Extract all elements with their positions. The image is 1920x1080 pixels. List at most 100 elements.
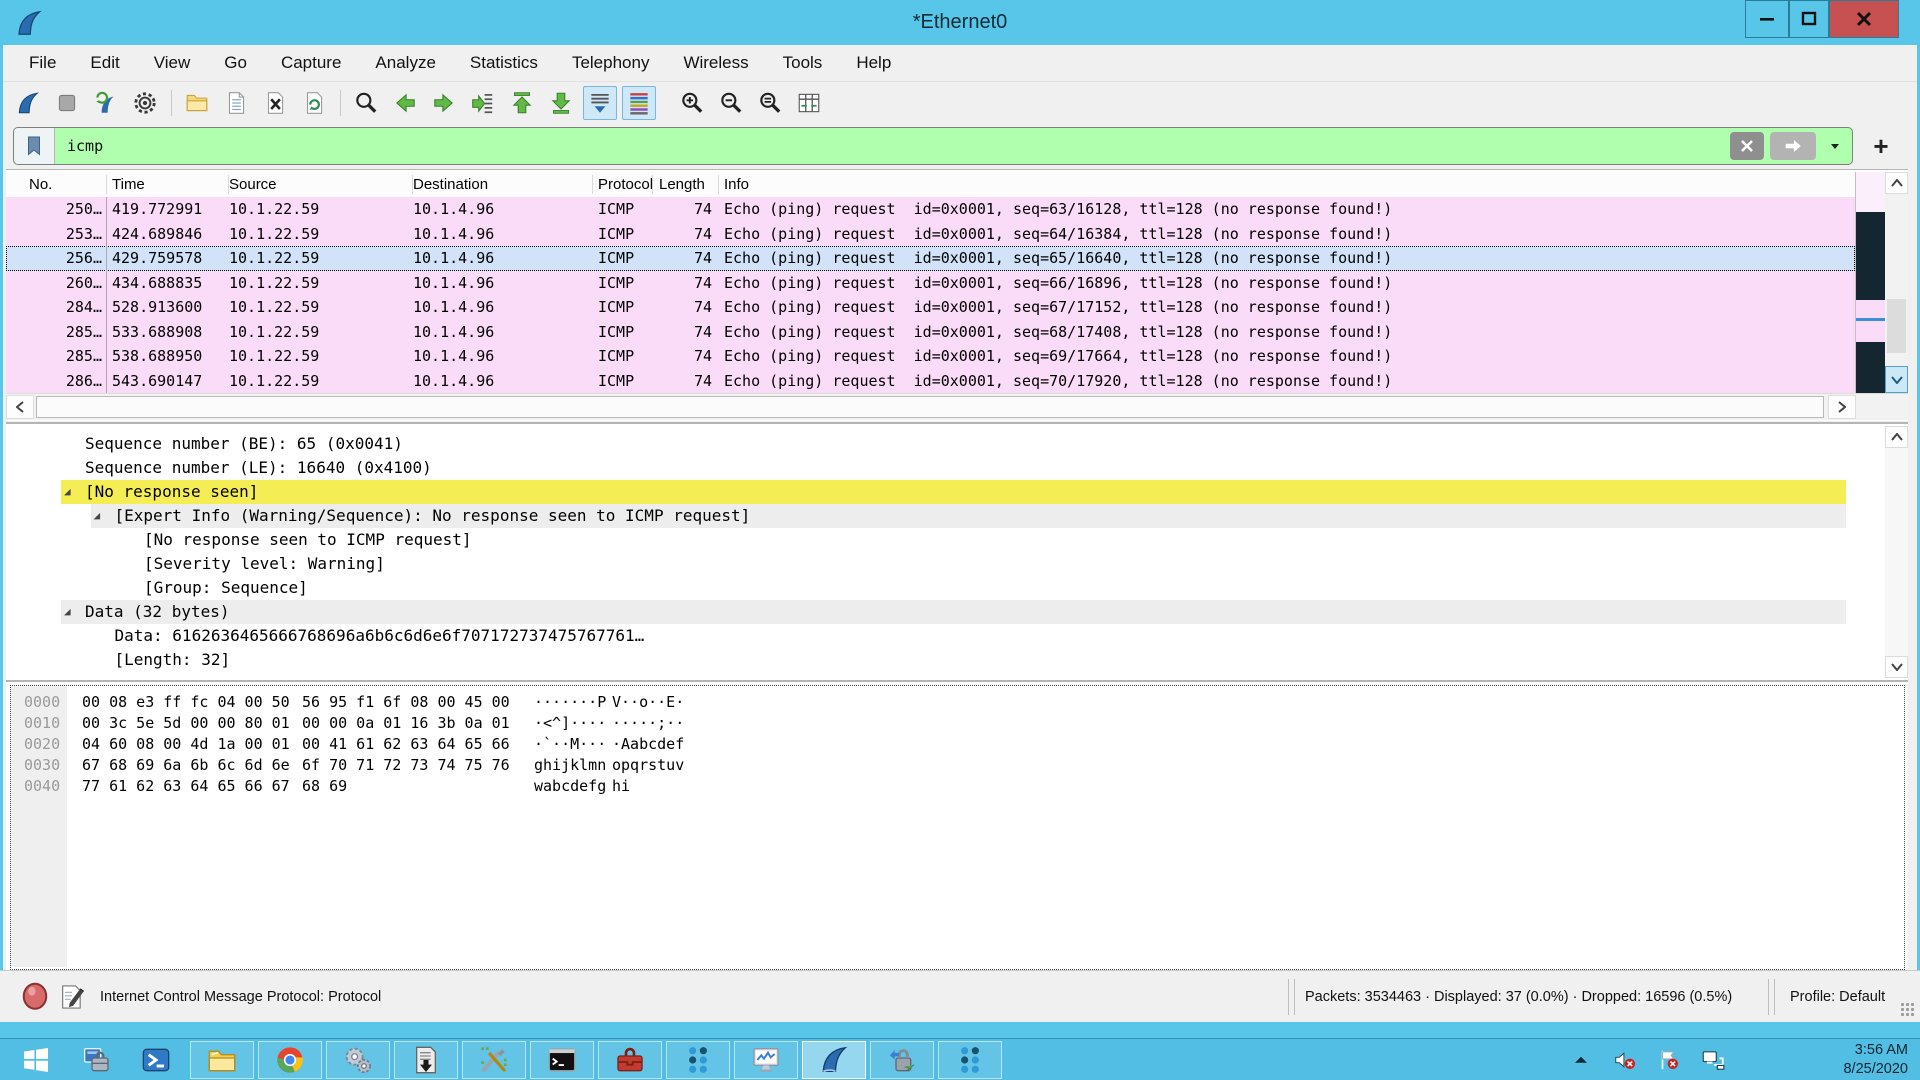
packet-row[interactable]: 285…533.68890810.1.22.5910.1.4.96ICMP74E… xyxy=(6,320,1855,345)
packet-list-header[interactable]: No.TimeSourceDestinationProtocolLengthIn… xyxy=(6,172,1855,198)
detail-row[interactable]: [Length: 32] xyxy=(6,648,1876,672)
hex-bytes-1[interactable]: 67 68 69 6a 6b 6c 6d 6e xyxy=(82,755,290,776)
column-separator[interactable] xyxy=(106,175,107,194)
restart-capture-button[interactable] xyxy=(89,86,123,120)
resize-grip[interactable] xyxy=(1900,1002,1914,1016)
taskbar-performance-monitor[interactable] xyxy=(734,1041,798,1079)
filter-dropdown-button[interactable] xyxy=(1822,132,1848,160)
hex-bytes-1[interactable]: 00 08 e3 ff fc 04 00 50 xyxy=(82,692,290,713)
taskbar-clock[interactable]: 3:56 AM 8/25/2020 xyxy=(1758,1041,1908,1079)
minimize-button[interactable] xyxy=(1745,0,1789,38)
packet-row[interactable]: 284…528.91360010.1.22.5910.1.4.96ICMP74E… xyxy=(6,295,1855,320)
packet-row[interactable]: 253…424.68984610.1.22.5910.1.4.96ICMP74E… xyxy=(6,222,1855,247)
resize-columns-button[interactable] xyxy=(792,86,826,120)
menu-file[interactable]: File xyxy=(29,53,56,73)
menu-wireless[interactable]: Wireless xyxy=(683,53,748,73)
close-file-button[interactable] xyxy=(258,86,292,120)
filter-add-button[interactable]: + xyxy=(1865,130,1897,162)
column-separator[interactable] xyxy=(228,175,229,194)
detail-row[interactable]: [No response seen to ICMP request] xyxy=(6,528,1876,552)
menu-tools[interactable]: Tools xyxy=(783,53,823,73)
taskbar-start[interactable] xyxy=(8,1041,64,1079)
column-separator[interactable] xyxy=(592,175,593,194)
auto-scroll-toggle[interactable] xyxy=(583,86,617,120)
column-separator[interactable] xyxy=(412,175,413,194)
detail-row[interactable]: Sequence number (LE): 16640 (0x4100) xyxy=(6,456,1876,480)
scroll-down-button[interactable] xyxy=(1885,656,1908,678)
filter-clear-button[interactable] xyxy=(1730,132,1764,160)
hex-bytes-2[interactable]: 68 69 xyxy=(302,776,347,797)
taskbar-file-explorer[interactable] xyxy=(190,1041,254,1079)
go-first-packet-button[interactable] xyxy=(505,86,539,120)
reload-file-button[interactable] xyxy=(297,86,331,120)
detail-row[interactable]: Data: 6162636465666768696a6b6c6d6e6f7071… xyxy=(6,624,1876,648)
tray-chevron-up[interactable] xyxy=(1565,1045,1597,1075)
go-forward-button[interactable] xyxy=(427,86,461,120)
hex-ascii-1[interactable]: wabcdefg xyxy=(534,776,606,797)
hex-ascii-1[interactable]: ·<^]···· xyxy=(534,713,606,734)
hex-ascii-2[interactable]: hi xyxy=(612,776,630,797)
hex-offset[interactable]: 0010 xyxy=(24,713,60,734)
menu-analyze[interactable]: Analyze xyxy=(375,53,435,73)
hex-offset[interactable]: 0040 xyxy=(24,776,60,797)
column-header-protocol[interactable]: Protocol xyxy=(598,172,653,197)
column-separator[interactable] xyxy=(718,175,719,194)
tray-action-flag[interactable] xyxy=(1653,1045,1685,1075)
capture-comment-button[interactable] xyxy=(58,983,86,1011)
hex-ascii-1[interactable]: ·`··M··· xyxy=(534,734,606,755)
packet-bytes-pane[interactable]: 000000 08 e3 ff fc 04 00 5056 95 f1 6f 0… xyxy=(6,680,1908,972)
menu-go[interactable]: Go xyxy=(224,53,247,73)
column-header-time[interactable]: Time xyxy=(112,172,145,197)
column-header-length[interactable]: Length xyxy=(659,172,705,197)
column-header-no[interactable]: No. xyxy=(29,172,52,197)
go-to-packet-button[interactable] xyxy=(466,86,500,120)
hex-bytes-2[interactable]: 00 00 0a 01 16 3b 0a 01 xyxy=(302,713,510,734)
hex-ascii-2[interactable]: opqrstuv xyxy=(612,755,684,776)
detail-row[interactable]: [Group: Sequence] xyxy=(6,576,1876,600)
hex-bytes-2[interactable]: 6f 70 71 72 73 74 75 76 xyxy=(302,755,510,776)
scrollbar-thumb[interactable] xyxy=(1887,299,1906,353)
zoom-100-button[interactable] xyxy=(753,86,787,120)
taskbar-services-gears[interactable] xyxy=(326,1041,390,1079)
maximize-button[interactable] xyxy=(1789,0,1829,38)
taskbar-admin-tools[interactable] xyxy=(462,1041,526,1079)
hex-bytes-2[interactable]: 56 95 f1 6f 08 00 45 00 xyxy=(302,692,510,713)
hex-bytes-1[interactable]: 00 3c 5e 5d 00 00 80 01 xyxy=(82,713,290,734)
packet-list-vscrollbar[interactable] xyxy=(1885,172,1908,393)
detail-row[interactable]: Sequence number (BE): 65 (0x0041) xyxy=(6,432,1876,456)
packet-row[interactable]: 286…543.69014710.1.22.5910.1.4.96ICMP74E… xyxy=(6,369,1855,394)
packet-row[interactable]: 250…419.77299110.1.22.5910.1.4.96ICMP74E… xyxy=(6,197,1855,222)
save-file-button[interactable] xyxy=(219,86,253,120)
hex-bytes-1[interactable]: 77 61 62 63 64 65 66 67 xyxy=(82,776,290,797)
hex-offset[interactable]: 0030 xyxy=(24,755,60,776)
taskbar-installer-doc[interactable] xyxy=(394,1041,458,1079)
taskbar-chrome[interactable] xyxy=(258,1041,322,1079)
scroll-down-button[interactable] xyxy=(1885,366,1908,393)
hex-ascii-1[interactable]: ·······P xyxy=(534,692,606,713)
taskbar-powershell[interactable] xyxy=(128,1041,184,1079)
zoom-in-button[interactable] xyxy=(675,86,709,120)
capture-options-button[interactable] xyxy=(128,86,162,120)
menu-statistics[interactable]: Statistics xyxy=(470,53,538,73)
hex-ascii-1[interactable]: ghijklmn xyxy=(534,755,606,776)
scroll-up-button[interactable] xyxy=(1885,426,1908,448)
status-profile[interactable]: Profile: Default xyxy=(1790,971,1885,1023)
menu-help[interactable]: Help xyxy=(856,53,891,73)
column-header-info[interactable]: Info xyxy=(724,172,749,197)
tray-volume-muted[interactable] xyxy=(1609,1045,1641,1075)
stop-capture-button[interactable] xyxy=(50,86,84,120)
taskbar-app-grid-1[interactable] xyxy=(666,1041,730,1079)
go-back-button[interactable] xyxy=(388,86,422,120)
taskbar-wireshark-active[interactable] xyxy=(802,1041,866,1079)
hex-bytes-2[interactable]: 00 41 61 62 63 64 65 66 xyxy=(302,734,510,755)
column-header-source[interactable]: Source xyxy=(229,172,277,197)
taskbar-command-prompt[interactable] xyxy=(530,1041,594,1079)
expert-info-button[interactable] xyxy=(20,980,50,1014)
hex-ascii-2[interactable]: V··o··E· xyxy=(612,692,684,713)
zoom-out-button[interactable] xyxy=(714,86,748,120)
hex-ascii-2[interactable]: ·Aabcdef xyxy=(612,734,684,755)
taskbar-red-toolbox[interactable] xyxy=(598,1041,662,1079)
go-last-packet-button[interactable] xyxy=(544,86,578,120)
expander-triangle-icon[interactable]: ◢ xyxy=(94,504,101,528)
tray-network[interactable] xyxy=(1697,1045,1729,1075)
